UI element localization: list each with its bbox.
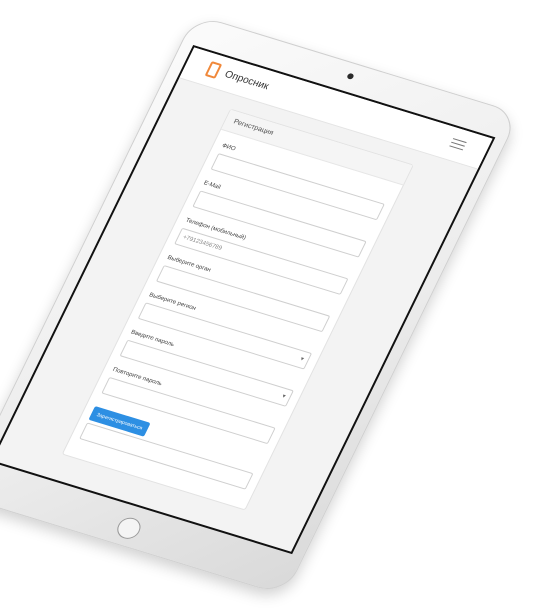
extra-field[interactable]: [79, 422, 254, 490]
registration-card: Регистрация ФИО E-Mail Телефон (мобильны…: [61, 108, 414, 511]
document-icon: [204, 61, 223, 79]
mockup-stage: Опросник Регистрация ФИО E-Mail Телефон …: [0, 0, 541, 615]
app-brand[interactable]: Опросник: [223, 69, 271, 92]
hamburger-menu-icon[interactable]: [448, 138, 467, 153]
tablet-device: Опросник Регистрация ФИО E-Mail Телефон …: [0, 14, 521, 596]
